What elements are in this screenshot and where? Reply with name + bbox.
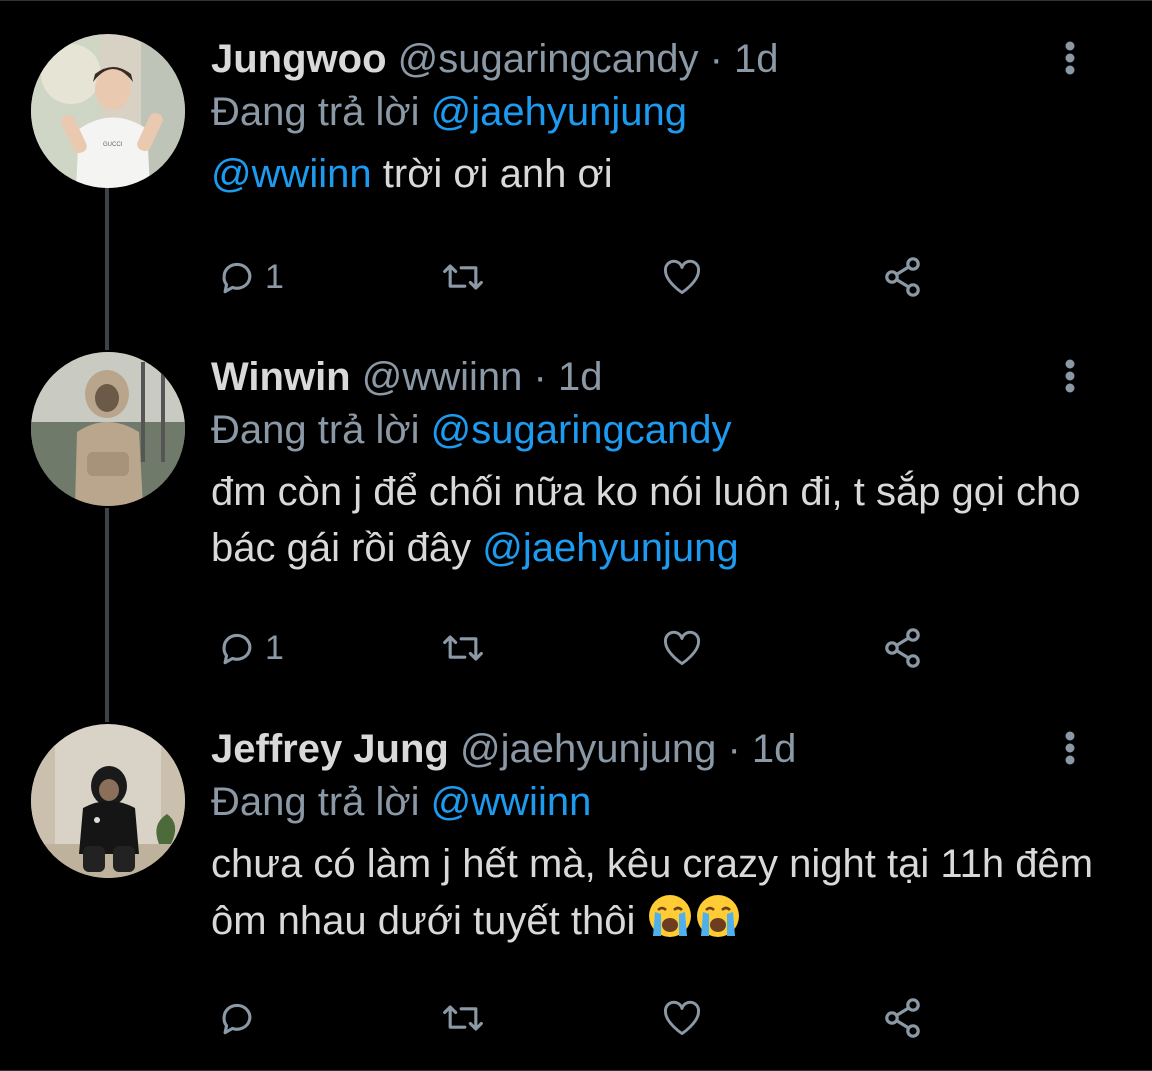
avatar[interactable] (31, 352, 185, 506)
share-icon (885, 628, 920, 668)
tweet-header: Jeffrey Jung @jaehyunjung · 1d (211, 724, 1112, 774)
crying-face-icon (697, 895, 740, 937)
retweet-button[interactable] (439, 988, 487, 1048)
display-name[interactable]: Jeffrey Jung (211, 727, 449, 771)
retweet-icon (443, 1005, 483, 1031)
share-button[interactable] (879, 247, 927, 307)
tweet[interactable]: Jeffrey Jung @jaehyunjung · 1d Đang trả … (0, 724, 1152, 1064)
share-icon (885, 998, 920, 1038)
reply-button[interactable]: 1 (215, 618, 284, 678)
display-name[interactable]: Jungwoo (211, 37, 387, 81)
tweet-content: Jungwoo @sugaringcandy · 1d Đang trả lời… (211, 34, 1112, 202)
svg-text:GUCCI: GUCCI (103, 142, 123, 148)
separator-dot: · (709, 37, 723, 81)
more-vertical-icon[interactable] (1050, 38, 1090, 78)
replying-to-line: Đang trả lời @wwiinn (211, 774, 1112, 830)
reply-icon (222, 633, 252, 665)
like-button[interactable] (659, 988, 705, 1048)
tweet-content: Winwin @wwiinn · 1d Đang trả lời @sugari… (211, 352, 1112, 576)
heart-icon (664, 630, 700, 666)
retweet-button[interactable] (439, 618, 487, 678)
reply-icon (222, 262, 252, 294)
retweet-icon (443, 264, 483, 290)
heart-icon (664, 1000, 700, 1036)
tweet-actions: 1 (211, 247, 951, 307)
tweet[interactable]: GUCCI Jungwoo @sugaringcandy · 1d Đang t… (0, 34, 1152, 324)
display-name[interactable]: Winwin (211, 355, 351, 399)
reply-button[interactable]: 1 (215, 247, 284, 307)
top-divider (0, 0, 1152, 1)
retweet-button[interactable] (439, 247, 487, 307)
share-button[interactable] (879, 618, 927, 678)
reply-button[interactable] (215, 988, 265, 1048)
crying-face-icon (649, 895, 692, 937)
replying-to-line: Đang trả lời @sugaringcandy (211, 402, 1112, 458)
share-button[interactable] (879, 988, 927, 1048)
tweet-actions (211, 988, 951, 1048)
more-vertical-icon[interactable] (1050, 356, 1090, 396)
tweet-content: Jeffrey Jung @jaehyunjung · 1d Đang trả … (211, 724, 1112, 949)
avatar[interactable] (31, 724, 185, 878)
tweet-text: @wwiinn trời ơi anh ơi (211, 146, 1112, 202)
body-mention[interactable]: @jaehyunjung (482, 526, 738, 570)
tweet-time[interactable]: 1d (734, 37, 779, 81)
tweet-text: đm còn j để chối nữa ko nói luôn đi, t s… (211, 464, 1112, 576)
replying-to-line: Đang trả lời @jaehyunjung (211, 84, 1112, 140)
replying-to-mention[interactable]: @jaehyunjung (431, 90, 687, 134)
more-vertical-icon[interactable] (1050, 728, 1090, 768)
replying-to-label: Đang trả lời (211, 780, 420, 824)
body-mention[interactable]: @wwiinn (211, 152, 372, 196)
tweet-header: Winwin @wwiinn · 1d (211, 352, 1112, 402)
separator-dot: · (727, 727, 741, 771)
tweet-actions: 1 (211, 618, 951, 678)
avatar[interactable]: GUCCI (31, 34, 185, 188)
tweet-text: chưa có làm j hết mà, kêu crazy night tạ… (211, 836, 1112, 949)
tweet-time[interactable]: 1d (558, 355, 603, 399)
reply-count: 1 (265, 628, 284, 667)
reply-icon (222, 1003, 252, 1035)
user-handle[interactable]: @wwiinn (362, 355, 523, 399)
like-button[interactable] (659, 247, 705, 307)
retweet-icon (443, 635, 483, 661)
user-handle[interactable]: @jaehyunjung (460, 727, 716, 771)
separator-dot: · (533, 355, 547, 399)
replying-to-label: Đang trả lời (211, 408, 420, 452)
replying-to-label: Đang trả lời (211, 90, 420, 134)
share-icon (885, 257, 920, 297)
tweet-time[interactable]: 1d (752, 727, 797, 771)
replying-to-mention[interactable]: @wwiinn (431, 780, 592, 824)
like-button[interactable] (659, 618, 705, 678)
reply-count: 1 (265, 257, 284, 296)
user-handle[interactable]: @sugaringcandy (398, 37, 699, 81)
tweet[interactable]: Winwin @wwiinn · 1d Đang trả lời @sugari… (0, 352, 1152, 692)
tweet-header: Jungwoo @sugaringcandy · 1d (211, 34, 1112, 84)
replying-to-mention[interactable]: @sugaringcandy (431, 408, 732, 452)
body-text: trời ơi anh ơi (371, 152, 613, 196)
heart-icon (664, 259, 700, 295)
